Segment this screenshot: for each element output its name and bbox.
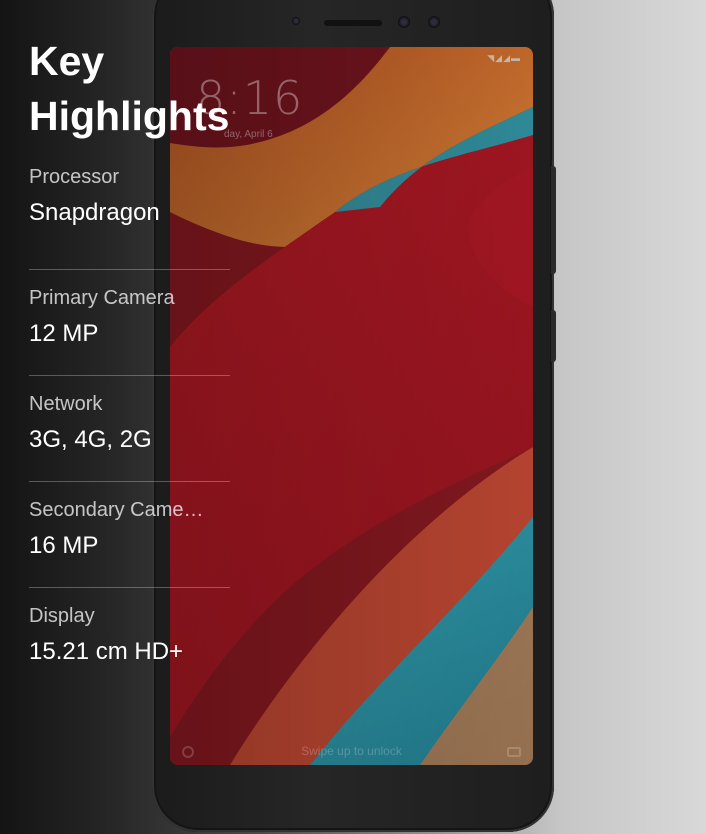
panel-title: Key Highlights [29,38,230,139]
camera-shortcut-icon [507,747,521,757]
spec-display: Display 15.21 cm HD+ [29,588,230,694]
power-button [551,310,556,362]
spec-label: Display [29,605,95,627]
spec-network: Network 3G, 4G, 2G [29,376,230,482]
volume-button [551,166,556,274]
spec-label: Primary Camera [29,287,175,309]
spec-value: Snapdragon [29,199,160,226]
earpiece-speaker [324,20,382,26]
proximity-sensor [292,17,300,25]
spec-processor: Processor Snapdragon [29,164,230,270]
signal-icon: ◢◢ [495,53,511,63]
spec-value: 12 MP [29,320,99,347]
spec-secondary-camera: Secondary Came… 16 MP [29,482,230,588]
spec-label: Network [29,393,103,415]
status-bar: ◥◢◢▬ [487,53,521,64]
wifi-icon: ◥ [487,53,496,63]
battery-icon: ▬ [511,53,521,63]
spec-value: 16 MP [29,532,99,559]
spec-label: Secondary Came… [29,499,204,521]
spec-value: 3G, 4G, 2G [29,426,152,453]
spec-label: Processor [29,166,120,188]
front-camera-icon [398,16,410,28]
spec-primary-camera: Primary Camera 12 MP [29,270,230,376]
unlock-hint: Swipe up to unlock [301,744,402,758]
front-flash-icon [428,16,440,28]
key-highlights-panel: Key Highlights Processor Snapdragon Prim… [29,34,230,694]
product-highlights-banner: ◥◢◢▬ 8:16 day, April 6 Swipe up to unloc… [0,0,706,834]
spec-value: 15.21 cm HD+ [29,638,184,665]
